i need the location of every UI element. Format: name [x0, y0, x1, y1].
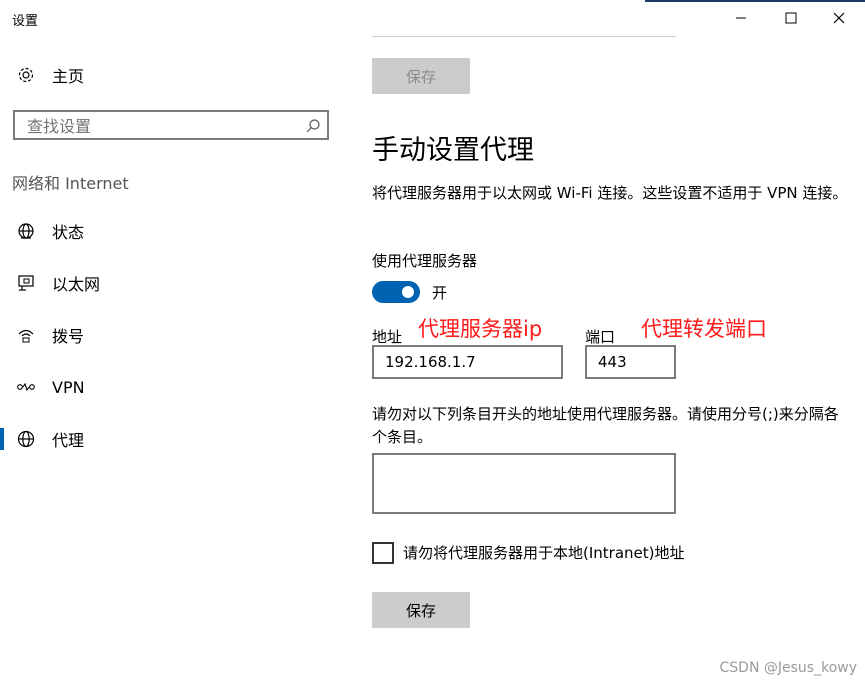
close-icon — [833, 12, 845, 24]
ethernet-icon — [16, 273, 36, 293]
page-title: 手动设置代理 — [372, 135, 534, 166]
sidebar-item-ethernet[interactable]: 以太网 — [0, 263, 350, 303]
search-icon[interactable] — [305, 118, 321, 138]
sidebar-item-vpn[interactable]: VPN — [0, 367, 350, 407]
sidebar-item-label: 状态 — [52, 223, 85, 242]
use-proxy-toggle[interactable] — [372, 281, 420, 303]
port-field[interactable]: 443 — [585, 345, 676, 379]
sidebar-item-dialup[interactable]: 拨号 — [0, 315, 350, 355]
local-address-checkbox-label[interactable]: 请勿将代理服务器用于本地(Intranet)地址 — [403, 542, 685, 563]
sidebar-item-proxy[interactable]: 代理 — [0, 419, 350, 459]
save-button-disabled[interactable]: 保存 — [372, 58, 470, 94]
divider — [372, 36, 676, 37]
search-input[interactable] — [25, 116, 289, 137]
proxy-description: 将代理服务器用于以太网或 Wi-Fi 连接。这些设置不适用于 VPN 连接。 — [372, 184, 848, 202]
gear-icon — [16, 65, 36, 85]
sidebar-item-status[interactable]: 状态 — [0, 211, 350, 251]
window-title: 设置 — [12, 14, 39, 29]
sidebar-item-label: 代理 — [52, 431, 85, 450]
toggle-state-label: 开 — [432, 284, 448, 302]
address-label: 地址 — [372, 328, 403, 346]
minimize-icon — [736, 17, 746, 19]
maximize-icon — [785, 12, 797, 24]
sidebar-item-label: 以太网 — [52, 275, 101, 294]
save-button[interactable]: 保存 — [372, 592, 470, 628]
section-label: 网络和 Internet — [12, 174, 129, 193]
close-button[interactable] — [816, 0, 862, 36]
watermark: CSDN @Jesus_kowy — [719, 660, 857, 676]
globe-status-icon — [16, 221, 36, 241]
sidebar-item-label: 拨号 — [52, 327, 85, 346]
port-annotation: 代理转发端口 — [641, 317, 767, 341]
search-box[interactable] — [13, 110, 329, 140]
sidebar-item-label: 主页 — [52, 67, 85, 86]
globe-icon — [16, 429, 36, 449]
exclude-description: 请勿对以下列条目开头的地址使用代理服务器。请使用分号(;)来分隔各个条目。 — [372, 405, 839, 446]
port-label: 端口 — [585, 328, 616, 346]
exclude-textarea[interactable] — [372, 453, 676, 514]
maximize-button[interactable] — [768, 0, 814, 36]
local-address-checkbox[interactable] — [372, 542, 394, 564]
vpn-icon — [16, 377, 36, 397]
minimize-button[interactable] — [718, 0, 764, 36]
toggle-knob — [402, 286, 414, 298]
sidebar-item-home[interactable]: 主页 — [0, 55, 350, 95]
address-annotation: 代理服务器ip — [418, 317, 543, 341]
address-field[interactable]: 192.168.1.7 — [372, 345, 563, 379]
sidebar-item-label: VPN — [52, 377, 85, 397]
dialup-icon — [16, 325, 36, 345]
use-proxy-label: 使用代理服务器 — [372, 252, 478, 270]
